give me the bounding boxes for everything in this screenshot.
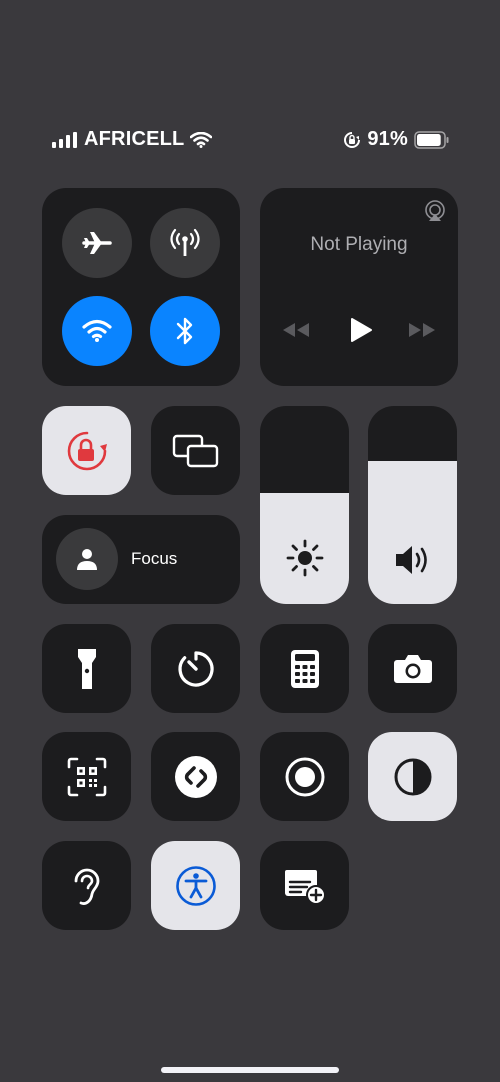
camera-button[interactable] <box>368 624 457 713</box>
accessibility-icon <box>175 865 216 906</box>
wifi-status-icon <box>190 131 213 148</box>
battery-percent: 91% <box>367 128 408 150</box>
timer-icon <box>177 650 214 687</box>
quick-note-icon <box>284 869 326 905</box>
connectivity-panel <box>42 188 240 386</box>
carrier-name: AFRICELL <box>84 128 185 150</box>
focus-label: Focus <box>131 549 178 568</box>
screen-record-icon <box>285 757 324 796</box>
camera-icon <box>393 654 432 683</box>
rewind-icon[interactable] <box>282 322 310 338</box>
airplane-mode-toggle[interactable] <box>62 208 132 278</box>
battery-icon <box>414 130 449 149</box>
speaker-icon <box>395 546 427 574</box>
screen-mirroring-icon <box>172 434 218 467</box>
signal-bars-icon <box>52 131 77 148</box>
flashlight-button[interactable] <box>42 624 131 713</box>
calculator-button[interactable] <box>260 624 349 713</box>
sun-icon <box>286 539 323 577</box>
orientation-lock-button[interactable] <box>42 406 131 495</box>
play-icon[interactable] <box>349 317 373 343</box>
dark-mode-icon <box>394 758 431 795</box>
orientation-lock-icon <box>67 431 107 470</box>
qr-code-icon <box>67 757 106 796</box>
bluetooth-icon <box>176 317 193 345</box>
focus-icon-circle <box>56 528 118 590</box>
brightness-slider[interactable] <box>260 406 349 604</box>
ear-icon <box>74 868 99 905</box>
volume-level-fill <box>368 461 457 604</box>
dark-mode-button[interactable] <box>368 732 457 821</box>
timer-button[interactable] <box>151 624 240 713</box>
focus-button[interactable]: Focus <box>42 515 240 604</box>
screen-mirroring-button[interactable] <box>151 406 240 495</box>
flashlight-icon <box>77 648 96 689</box>
status-bar: AFRICELL 91% <box>0 126 500 156</box>
bluetooth-toggle[interactable] <box>150 296 220 366</box>
home-indicator[interactable] <box>161 1067 339 1073</box>
shazam-button[interactable] <box>151 732 240 821</box>
fast-forward-icon[interactable] <box>408 322 436 338</box>
rotation-lock-status-icon <box>344 131 361 148</box>
hearing-button[interactable] <box>42 841 131 930</box>
shazam-icon <box>174 755 217 798</box>
wifi-icon <box>82 319 112 342</box>
cellular-icon <box>170 228 200 256</box>
volume-slider[interactable] <box>368 406 457 604</box>
quick-note-button[interactable] <box>260 841 349 930</box>
calculator-icon <box>290 649 319 688</box>
airplane-icon <box>82 232 112 254</box>
accessibility-shortcut-button[interactable] <box>151 841 240 930</box>
now-playing-title: Not Playing <box>310 234 408 255</box>
wifi-toggle[interactable] <box>62 296 132 366</box>
airplay-icon[interactable] <box>424 200 446 222</box>
code-scanner-button[interactable] <box>42 732 131 821</box>
person-icon <box>77 549 97 570</box>
now-playing-panel: Not Playing <box>260 188 458 386</box>
cellular-data-toggle[interactable] <box>150 208 220 278</box>
screen-record-button[interactable] <box>260 732 349 821</box>
